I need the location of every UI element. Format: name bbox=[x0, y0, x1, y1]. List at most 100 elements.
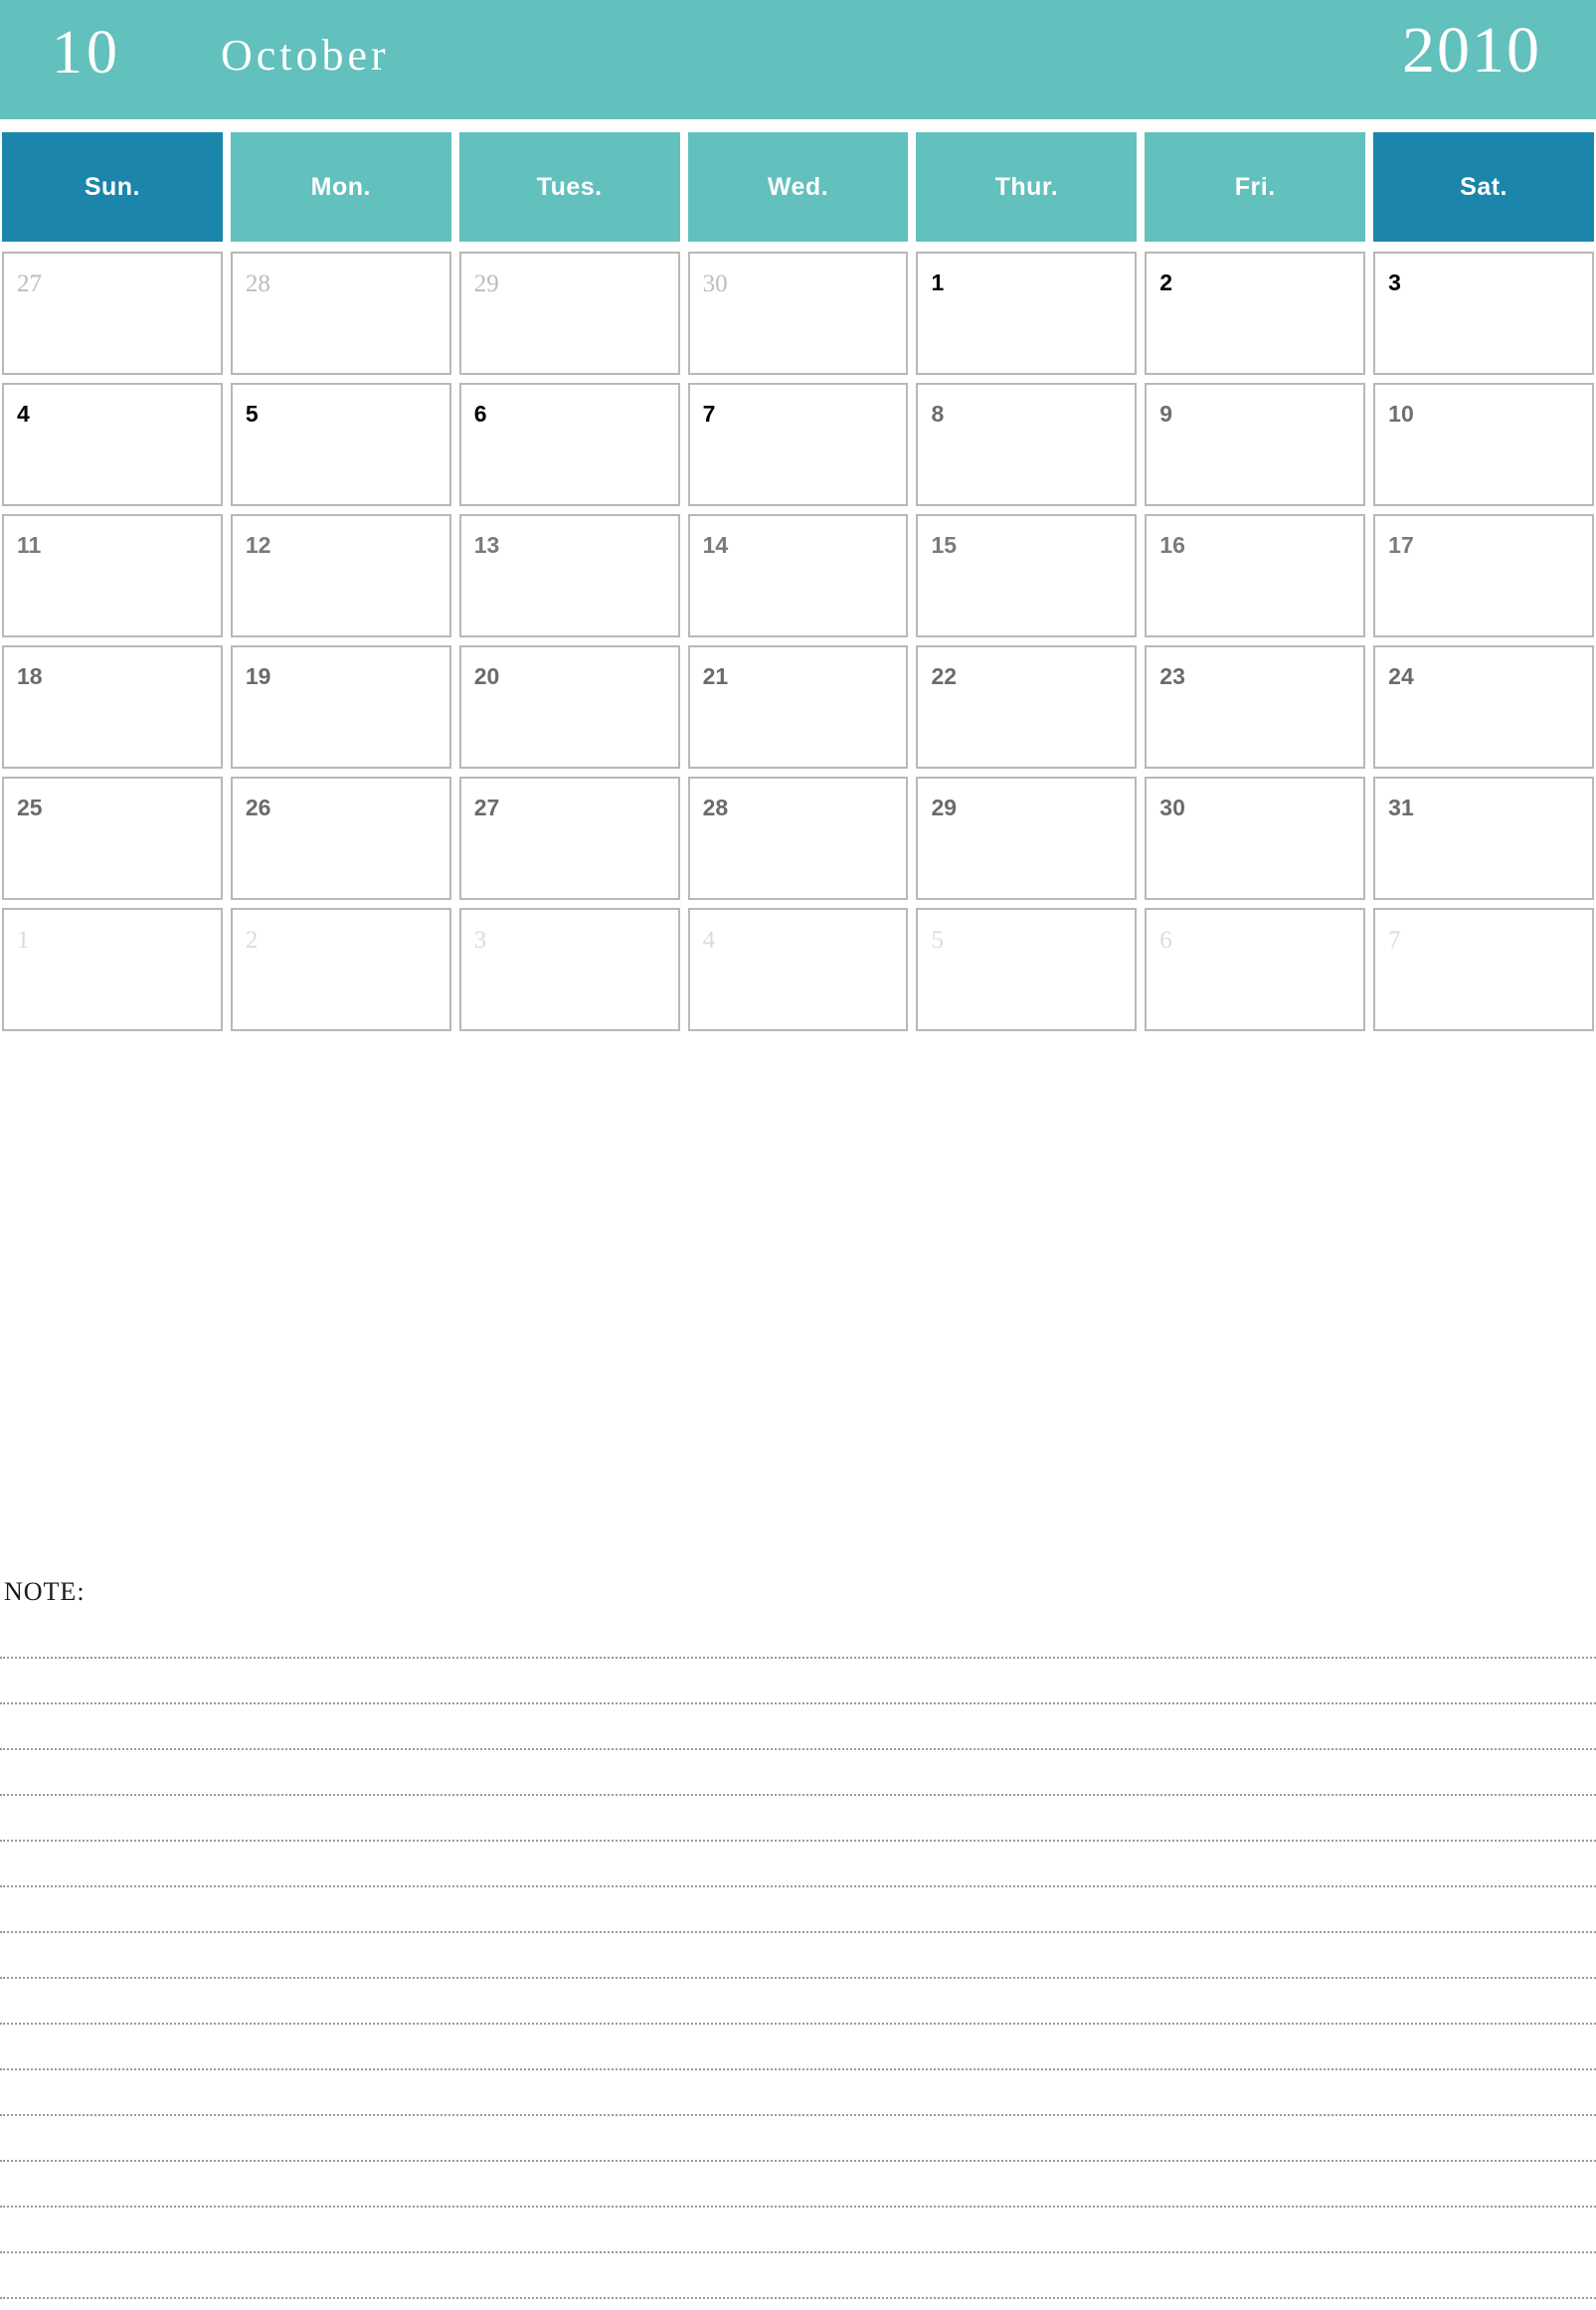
date-cell[interactable]: 7 bbox=[687, 383, 909, 506]
weekday-header-row: Sun. Mon. Tues. Wed. Thur. Fri. Sat. bbox=[0, 132, 1596, 242]
header-month-number: 10 bbox=[52, 19, 121, 87]
date-number: 29 bbox=[473, 270, 499, 297]
date-cell[interactable]: 7 bbox=[1373, 908, 1595, 1031]
date-number: 30 bbox=[702, 270, 728, 297]
note-label: NOTE: bbox=[4, 1577, 86, 1606]
calendar-page: 10 October 2010 Sun. Mon. Tues. Wed. Thur. Fr… bbox=[0, 0, 1596, 2310]
date-cell[interactable]: 18 bbox=[2, 645, 223, 769]
date-cell[interactable]: 5 bbox=[230, 383, 451, 506]
date-cell[interactable]: 25 bbox=[2, 777, 223, 900]
date-number: 6 bbox=[473, 401, 487, 427]
date-number: 30 bbox=[1159, 795, 1185, 820]
date-number: 4 bbox=[702, 927, 716, 954]
weekday-header-fri[interactable]: Fri. bbox=[1145, 132, 1366, 242]
weekday-label: Sun. bbox=[84, 172, 141, 201]
date-cell[interactable]: 6 bbox=[458, 383, 680, 506]
date-cell[interactable]: 2 bbox=[230, 908, 451, 1031]
date-number: 24 bbox=[1388, 663, 1414, 689]
weekday-header-thur[interactable]: Thur. bbox=[916, 132, 1138, 242]
date-number: 4 bbox=[17, 401, 30, 427]
note-write-line[interactable] bbox=[0, 1887, 1596, 1933]
note-write-line[interactable] bbox=[0, 1704, 1596, 1750]
date-cell[interactable]: 4 bbox=[2, 383, 223, 506]
weekday-header-wed[interactable]: Wed. bbox=[687, 132, 909, 242]
date-cell[interactable]: 28 bbox=[687, 777, 909, 900]
weekday-label: Wed. bbox=[767, 172, 829, 201]
weekday-label: Mon. bbox=[310, 172, 371, 201]
date-cell[interactable]: 14 bbox=[687, 514, 909, 637]
week-row: 25 26 27 28 29 30 31 bbox=[2, 777, 1595, 900]
note-write-line[interactable] bbox=[0, 1796, 1596, 1842]
date-cell[interactable]: 2 bbox=[1145, 252, 1366, 375]
note-write-line[interactable] bbox=[0, 2162, 1596, 2208]
date-cell[interactable]: 30 bbox=[687, 252, 909, 375]
date-cell[interactable]: 11 bbox=[2, 514, 223, 637]
date-number: 3 bbox=[1388, 269, 1401, 295]
header-month-name: October bbox=[221, 31, 390, 80]
date-cell[interactable]: 1 bbox=[2, 908, 223, 1031]
note-write-line[interactable] bbox=[0, 1613, 1596, 1659]
date-cell[interactable]: 29 bbox=[458, 252, 680, 375]
date-cell[interactable]: 26 bbox=[230, 777, 451, 900]
note-write-line[interactable] bbox=[0, 1933, 1596, 1979]
date-cell[interactable]: 8 bbox=[916, 383, 1138, 506]
weekday-header-sun[interactable]: Sun. bbox=[2, 132, 223, 242]
note-write-line[interactable] bbox=[0, 1659, 1596, 1704]
date-number: 12 bbox=[245, 532, 271, 558]
date-cell[interactable]: 3 bbox=[458, 908, 680, 1031]
date-number: 5 bbox=[245, 401, 259, 427]
date-cell[interactable]: 27 bbox=[458, 777, 680, 900]
date-cell[interactable]: 6 bbox=[1145, 908, 1366, 1031]
date-cell[interactable]: 22 bbox=[916, 645, 1138, 769]
date-cell[interactable]: 4 bbox=[687, 908, 909, 1031]
date-number: 16 bbox=[1159, 532, 1185, 558]
date-number: 13 bbox=[473, 532, 500, 558]
note-section: NOTE: bbox=[0, 1579, 1596, 2310]
date-cell[interactable]: 27 bbox=[2, 252, 223, 375]
note-write-line[interactable] bbox=[0, 1979, 1596, 2025]
note-write-line[interactable] bbox=[0, 1842, 1596, 1887]
note-write-line[interactable] bbox=[0, 2070, 1596, 2116]
note-write-line[interactable] bbox=[0, 2208, 1596, 2253]
date-cell[interactable]: 5 bbox=[916, 908, 1138, 1031]
date-number: 28 bbox=[702, 795, 729, 820]
date-cell[interactable]: 13 bbox=[458, 514, 680, 637]
date-cell[interactable]: 31 bbox=[1373, 777, 1595, 900]
weekday-label: Tues. bbox=[536, 172, 603, 201]
date-cell[interactable]: 24 bbox=[1373, 645, 1595, 769]
date-cell[interactable]: 23 bbox=[1145, 645, 1366, 769]
weekday-label: Sat. bbox=[1460, 172, 1508, 201]
weekday-header-sat[interactable]: Sat. bbox=[1373, 132, 1595, 242]
date-cell[interactable]: 1 bbox=[916, 252, 1138, 375]
date-number: 8 bbox=[931, 401, 945, 427]
date-cell[interactable]: 15 bbox=[916, 514, 1138, 637]
note-write-line[interactable] bbox=[0, 2116, 1596, 2162]
note-write-line[interactable] bbox=[0, 2025, 1596, 2070]
week-row: 11 12 13 14 15 16 17 bbox=[2, 514, 1595, 637]
date-number: 14 bbox=[702, 532, 729, 558]
date-number: 6 bbox=[1159, 927, 1172, 954]
date-cell[interactable]: 16 bbox=[1145, 514, 1366, 637]
date-number: 27 bbox=[473, 795, 500, 820]
note-lines[interactable] bbox=[0, 1613, 1596, 2299]
header-year: 2010 bbox=[1402, 14, 1541, 87]
date-number: 20 bbox=[473, 663, 500, 689]
date-cell[interactable]: 20 bbox=[458, 645, 680, 769]
date-cell[interactable]: 21 bbox=[687, 645, 909, 769]
date-cell[interactable]: 3 bbox=[1373, 252, 1595, 375]
weekday-header-mon[interactable]: Mon. bbox=[230, 132, 451, 242]
date-cell[interactable]: 29 bbox=[916, 777, 1138, 900]
date-cell[interactable]: 30 bbox=[1145, 777, 1366, 900]
date-cell[interactable]: 19 bbox=[230, 645, 451, 769]
date-number: 28 bbox=[245, 270, 270, 297]
date-cell[interactable]: 17 bbox=[1373, 514, 1595, 637]
date-cell[interactable]: 9 bbox=[1145, 383, 1366, 506]
weekday-header-tues[interactable]: Tues. bbox=[458, 132, 680, 242]
date-cell[interactable]: 10 bbox=[1373, 383, 1595, 506]
date-cell[interactable]: 28 bbox=[230, 252, 451, 375]
note-write-line[interactable] bbox=[0, 1750, 1596, 1796]
week-row: 4 5 6 7 8 9 10 bbox=[2, 383, 1595, 506]
note-write-line[interactable] bbox=[0, 2253, 1596, 2299]
calendar-header-banner: 10 October 2010 bbox=[0, 0, 1596, 119]
date-cell[interactable]: 12 bbox=[230, 514, 451, 637]
